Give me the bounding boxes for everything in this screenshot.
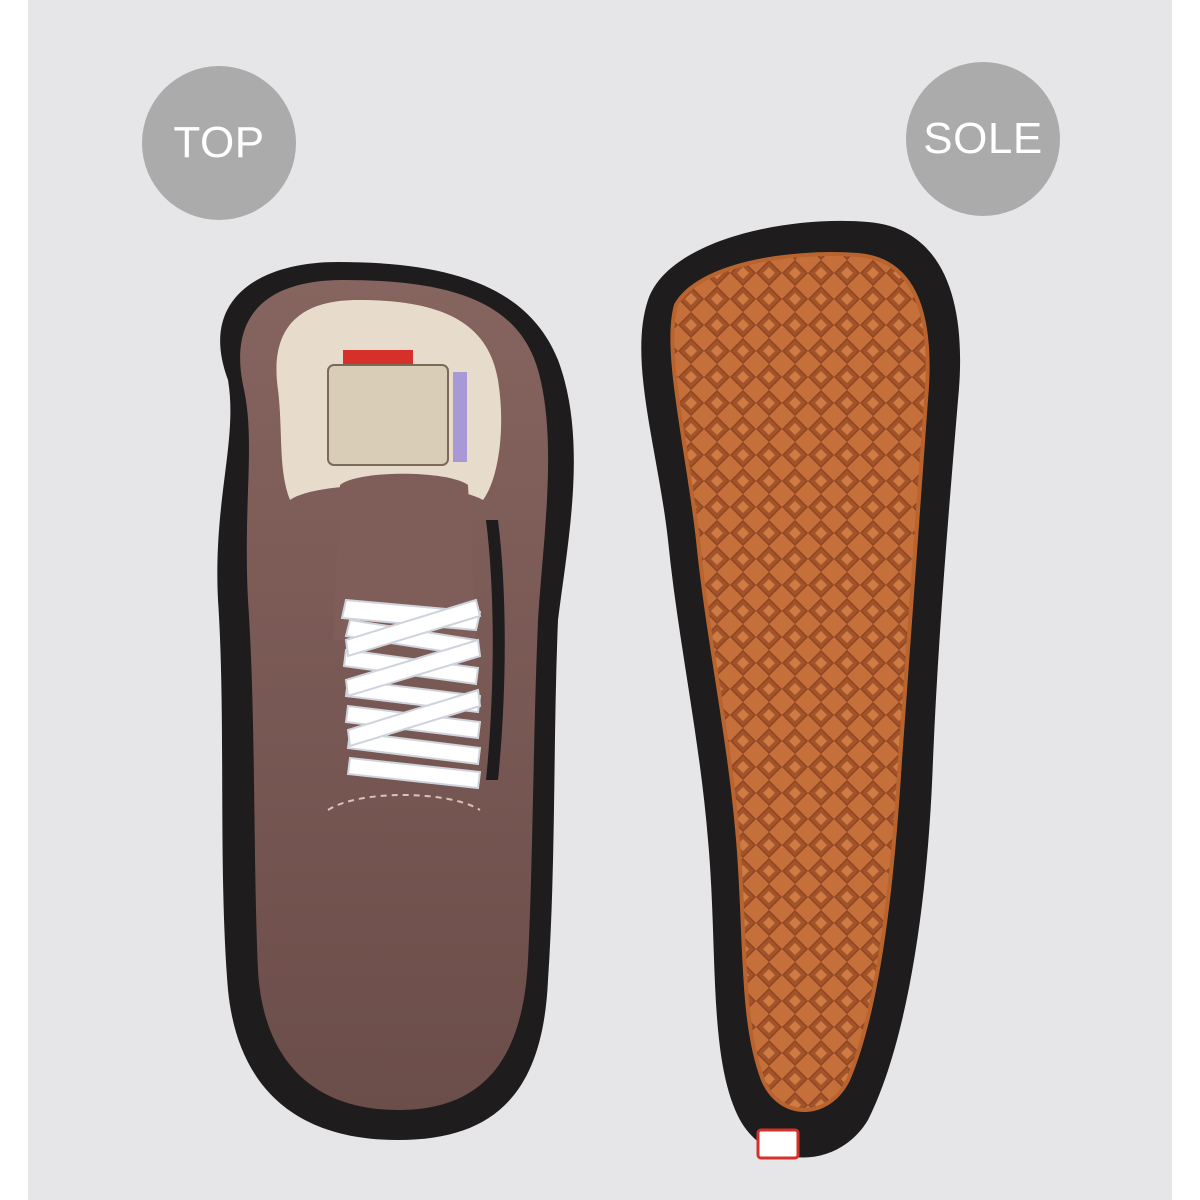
sole-badge: SOLE [906,62,1060,216]
heel-tag [756,1128,800,1160]
top-view-shoe [217,262,574,1140]
insole-label [327,364,449,466]
product-photo: TOP SOLE [28,0,1172,1200]
top-badge: TOP [142,66,296,220]
sole-view-shoe [641,220,961,1160]
